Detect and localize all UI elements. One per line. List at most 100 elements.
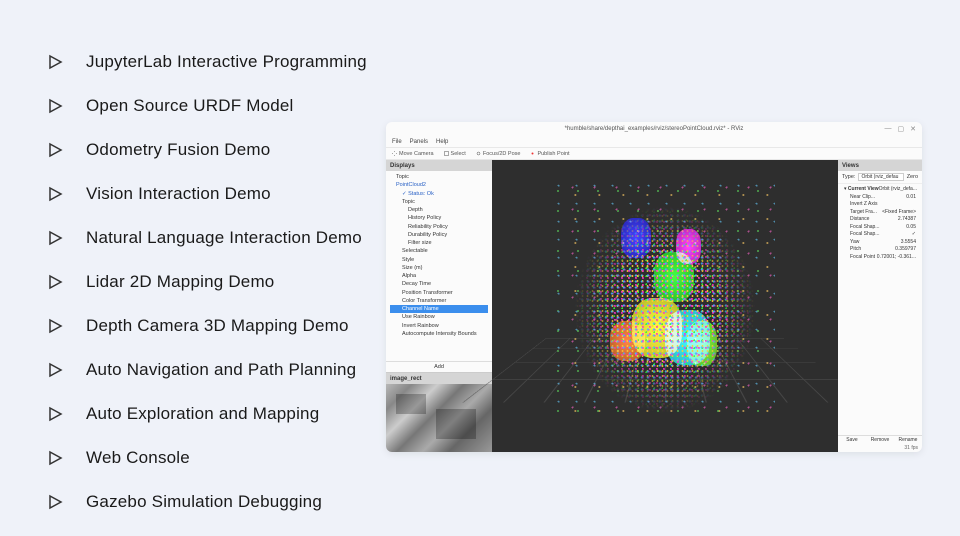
tree-item[interactable]: Topic (390, 198, 488, 206)
feature-label: Auto Exploration and Mapping (86, 404, 319, 424)
feature-list: JupyterLab Interactive Programming Open … (48, 52, 367, 536)
feature-label: Odometry Fusion Demo (86, 140, 270, 160)
feature-item: Auto Navigation and Path Planning (48, 360, 367, 380)
window-title: *humble/share/depthai_examples/rviz/ster… (565, 126, 744, 132)
feature-label: Open Source URDF Model (86, 96, 294, 116)
arrow-right-icon (48, 54, 64, 70)
feature-label: Depth Camera 3D Mapping Demo (86, 316, 349, 336)
property-row[interactable]: Yaw3.5554 (842, 239, 918, 247)
maximize-icon[interactable]: ▢ (898, 125, 905, 133)
tree-item[interactable]: ✓ Status: Ok (390, 190, 488, 198)
arrow-right-icon (48, 186, 64, 202)
feature-label: Web Console (86, 448, 190, 468)
feature-item: JupyterLab Interactive Programming (48, 52, 367, 72)
tree-item[interactable]: Topic (390, 173, 488, 181)
arrow-right-icon (48, 274, 64, 290)
tree-item[interactable]: Size (m) (390, 264, 488, 272)
feature-item: Odometry Fusion Demo (48, 140, 367, 160)
image-rect-header: image_rect (386, 373, 492, 384)
views-panel: Views Type: Orbit (rviz_defau Zero ▾ Cur… (838, 160, 922, 452)
property-row[interactable]: Pitch0.359797 (842, 246, 918, 254)
viewport-3d[interactable] (492, 160, 838, 452)
displays-panel-header: Displays (386, 160, 492, 171)
feature-item: Natural Language Interaction Demo (48, 228, 367, 248)
menubar: File Panels Help (386, 136, 922, 148)
feature-item: Depth Camera 3D Mapping Demo (48, 316, 367, 336)
arrow-right-icon (48, 230, 64, 246)
property-row[interactable]: Focal Shap...0.05 (842, 224, 918, 232)
tree-item[interactable]: Filter size (390, 239, 488, 247)
views-zero-button[interactable]: Zero (907, 174, 918, 180)
menu-help[interactable]: Help (436, 139, 448, 145)
feature-item: Vision Interaction Demo (48, 184, 367, 204)
left-column: Displays TopicPointCloud2✓ Status: OkTop… (386, 160, 492, 452)
property-row[interactable]: Distance2.74387 (842, 216, 918, 224)
arrow-right-icon (48, 494, 64, 510)
current-view-row[interactable]: ▾ Current View Orbit (rviz_defa... (842, 186, 918, 194)
point-icon (530, 151, 535, 156)
arrow-right-icon (48, 142, 64, 158)
tool-focus[interactable]: Focus/2D Pose (476, 151, 521, 157)
feature-label: JupyterLab Interactive Programming (86, 52, 367, 72)
menu-file[interactable]: File (392, 139, 402, 145)
feature-label: Vision Interaction Demo (86, 184, 271, 204)
tree-item[interactable]: Decay Time (390, 280, 488, 288)
feature-item: Auto Exploration and Mapping (48, 404, 367, 424)
feature-item: Web Console (48, 448, 367, 468)
arrow-right-icon (48, 362, 64, 378)
tree-item[interactable]: Use Rainbow (390, 313, 488, 321)
arrow-right-icon (48, 406, 64, 422)
property-row[interactable]: Focal Point0.72001; -0.361... (842, 254, 918, 262)
tool-publish-point[interactable]: Publish Point (530, 151, 569, 157)
tree-item[interactable]: Durability Policy (390, 231, 488, 239)
window-titlebar: *humble/share/depthai_examples/rviz/ster… (386, 122, 922, 136)
displays-tree[interactable]: TopicPointCloud2✓ Status: OkTopicDepthHi… (386, 171, 492, 361)
tool-move-camera[interactable]: Move Camera (392, 151, 434, 157)
tree-item[interactable]: Style (390, 256, 488, 264)
views-type-select[interactable]: Orbit (rviz_defau (858, 173, 903, 181)
tree-item[interactable]: Autocompute Intensity Bounds (390, 330, 488, 338)
fps-label: 31 fps (838, 444, 922, 452)
select-icon (444, 151, 449, 156)
tree-item[interactable]: Selectable (390, 247, 488, 255)
property-row[interactable]: Near Clip...0.01 (842, 194, 918, 202)
property-row[interactable]: Target Fra...<Fixed Frame> (842, 209, 918, 217)
arrow-right-icon (48, 318, 64, 334)
property-row[interactable]: Focal Shap...✓ (842, 231, 918, 239)
tree-item[interactable]: Invert Rainbow (390, 322, 488, 330)
rviz-window: *humble/share/depthai_examples/rviz/ster… (386, 122, 922, 452)
feature-item: Open Source URDF Model (48, 96, 367, 116)
tree-item[interactable]: Alpha (390, 272, 488, 280)
feature-item: Lidar 2D Mapping Demo (48, 272, 367, 292)
tree-item[interactable]: History Policy (390, 214, 488, 222)
feature-item: Gazebo Simulation Debugging (48, 492, 367, 512)
feature-label: Auto Navigation and Path Planning (86, 360, 356, 380)
save-button[interactable]: Save (838, 436, 866, 444)
move-icon (392, 151, 397, 156)
views-panel-header: Views (838, 160, 922, 171)
menu-panels[interactable]: Panels (410, 139, 428, 145)
image-rect-panel: image_rect (386, 372, 492, 452)
tree-item[interactable]: Channel Name (390, 305, 488, 313)
minimize-icon[interactable]: — (885, 125, 892, 133)
feature-label: Gazebo Simulation Debugging (86, 492, 322, 512)
feature-label: Lidar 2D Mapping Demo (86, 272, 274, 292)
tree-item[interactable]: Reliability Policy (390, 223, 488, 231)
toolbar: Move Camera Select Focus/2D Pose Publish… (386, 148, 922, 160)
remove-button[interactable]: Remove (866, 436, 894, 444)
tree-item[interactable]: Position Transformer (390, 289, 488, 297)
add-button[interactable]: Add (386, 362, 492, 372)
tool-select[interactable]: Select (444, 151, 466, 157)
arrow-right-icon (48, 98, 64, 114)
tree-item[interactable]: Depth (390, 206, 488, 214)
pointcloud (555, 183, 775, 413)
feature-label: Natural Language Interaction Demo (86, 228, 362, 248)
tree-item[interactable]: PointCloud2 (390, 181, 488, 189)
arrow-right-icon (48, 450, 64, 466)
property-row[interactable]: Invert Z Axis (842, 201, 918, 209)
close-icon[interactable]: ✕ (910, 125, 916, 133)
rename-button[interactable]: Rename (894, 436, 922, 444)
focus-icon (476, 151, 481, 156)
tree-item[interactable]: Color Transformer (390, 297, 488, 305)
views-type-label: Type: (842, 174, 855, 180)
